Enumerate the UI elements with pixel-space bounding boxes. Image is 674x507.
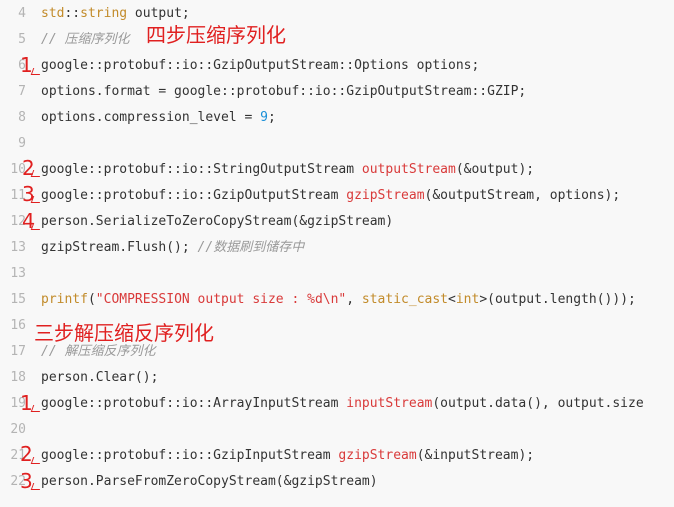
code-line: 13 gzipStream.Flush(); //数据刷到储存中	[0, 235, 674, 261]
code-text: google::protobuf::io::StringOutputStream…	[41, 162, 535, 177]
line-number: 13	[10, 240, 26, 255]
line-number: 13	[10, 266, 26, 281]
comment-text: // 压缩序列化	[41, 32, 130, 47]
code-line: 18 person.Clear();	[0, 365, 674, 391]
code-text: google::protobuf::io::GzipInputStream gz…	[41, 448, 535, 463]
line-number: 9	[18, 136, 26, 151]
line-number: 17	[10, 344, 26, 359]
code-line: 5 // 压缩序列化	[0, 27, 674, 53]
line-number: 8	[18, 110, 26, 125]
code-text: gzipStream.Flush(); //数据刷到储存中	[41, 240, 305, 255]
code-line: 8 options.compression_level = 9;	[0, 105, 674, 131]
code-text: printf("COMPRESSION output size : %d\n",…	[41, 292, 636, 307]
code-line: 11 google::protobuf::io::GzipOutputStrea…	[0, 183, 674, 209]
code-editor: 4 std::string output; 5 // 压缩序列化 6 googl…	[0, 0, 674, 507]
compress-steps-title: 四步压缩序列化	[146, 23, 286, 47]
code-text: google::protobuf::io::GzipOutputStream::…	[41, 58, 480, 73]
code-text: person.ParseFromZeroCopyStream(&gzipStre…	[41, 474, 378, 489]
code-line: 19 google::protobuf::io::ArrayInputStrea…	[0, 391, 674, 417]
code-line: 4 std::string output;	[0, 1, 674, 27]
line-number: 15	[10, 292, 26, 307]
code-line: 20	[0, 417, 674, 443]
code-line: 13	[0, 261, 674, 287]
code-line: 7 options.format = google::protobuf::io:…	[0, 79, 674, 105]
line-number: 18	[10, 370, 26, 385]
code-line: 22 person.ParseFromZeroCopyStream(&gzipS…	[0, 469, 674, 495]
line-number: 4	[18, 6, 26, 21]
code-text: options.compression_level = 9;	[41, 110, 276, 125]
code-line: 10 google::protobuf::io::StringOutputStr…	[0, 157, 674, 183]
line-number: 20	[10, 422, 26, 437]
code-line: 12 person.SerializeToZeroCopyStream(&gzi…	[0, 209, 674, 235]
line-number: 7	[18, 84, 26, 99]
code-line: 21 google::protobuf::io::GzipInputStream…	[0, 443, 674, 469]
code-text: person.SerializeToZeroCopyStream(&gzipSt…	[41, 214, 394, 229]
code-line: 15 printf("COMPRESSION output size : %d\…	[0, 287, 674, 313]
code-text: person.Clear();	[41, 370, 159, 385]
code-line: 6 google::protobuf::io::GzipOutputStream…	[0, 53, 674, 79]
decompress-steps-title: 三步解压缩反序列化	[34, 321, 214, 345]
code-text: google::protobuf::io::ArrayInputStream i…	[41, 396, 644, 411]
line-number: 16	[10, 318, 26, 333]
code-text: options.format = google::protobuf::io::G…	[41, 84, 527, 99]
code-line: 9	[0, 131, 674, 157]
line-number: 5	[18, 32, 26, 47]
code-text: google::protobuf::io::GzipOutputStream g…	[41, 188, 621, 203]
